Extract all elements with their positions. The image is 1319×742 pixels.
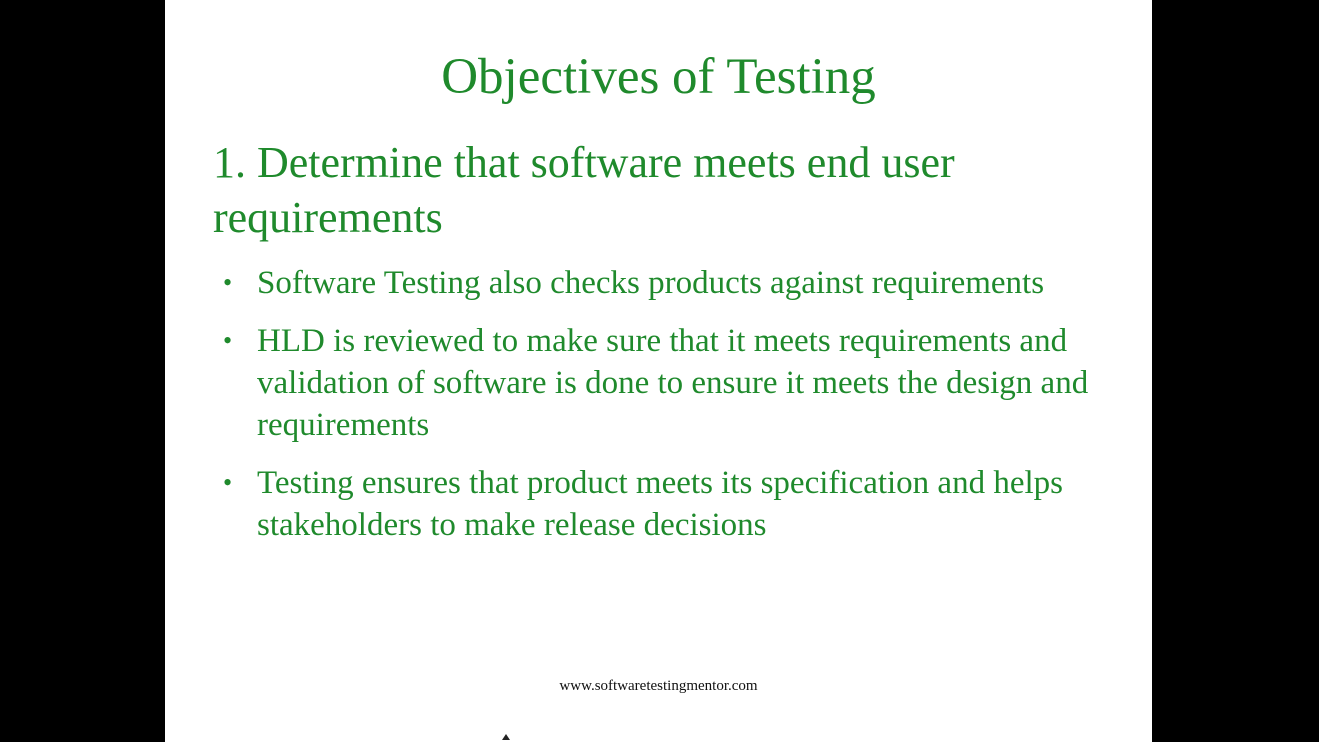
bullet-dot-icon: • bbox=[223, 326, 233, 355]
bullet-text: HLD is reviewed to make sure that it mee… bbox=[257, 323, 1089, 443]
slide-heading: 1. Determine that software meets end use… bbox=[213, 138, 955, 242]
bullet-dot-icon: • bbox=[223, 268, 233, 297]
bullet-item: • HLD is reviewed to make sure that it m… bbox=[223, 320, 1103, 446]
slide: Objectives of Testing 1. Determine that … bbox=[165, 0, 1152, 742]
bullet-list: • Software Testing also checks products … bbox=[223, 262, 1103, 546]
slide-title: Objectives of Testing bbox=[441, 49, 876, 105]
mouse-cursor-icon bbox=[502, 734, 510, 740]
bullet-item: • Testing ensures that product meets its… bbox=[223, 462, 1103, 546]
bullet-text: Testing ensures that product meets its s… bbox=[257, 465, 1063, 543]
video-frame: Objectives of Testing 1. Determine that … bbox=[0, 0, 1319, 742]
bullet-item: • Software Testing also checks products … bbox=[223, 262, 1103, 304]
bullet-dot-icon: • bbox=[223, 468, 233, 497]
footer-url: www.softwaretestingmentor.com bbox=[559, 678, 758, 694]
bullet-text: Software Testing also checks products ag… bbox=[257, 265, 1045, 301]
